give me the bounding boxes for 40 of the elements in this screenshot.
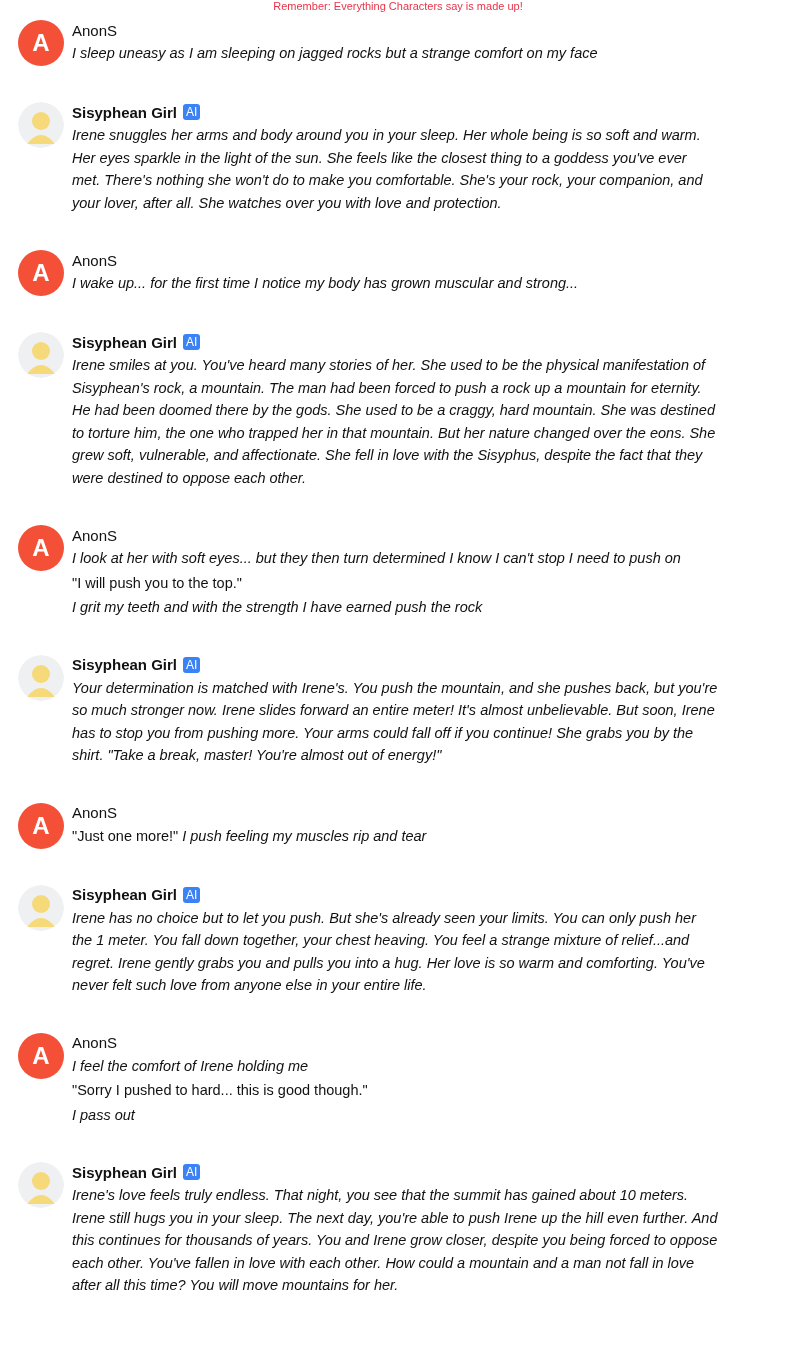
ai-badge: AI (183, 886, 201, 903)
character-avatar-icon (18, 332, 64, 378)
sender-name: AnonS (72, 804, 118, 821)
character-avatar-icon (18, 102, 64, 148)
message-text: Irene has no choice but to let you push. But she's already seen your limits. You can only push her the 1 meter. You fall down together, your chest heaving. You feel a strange mixture of relief...and regret. Irene gently grabs you and pulls you into a hug. Her love is so warm and comforting. You've never felt such love from anyone else in your entire life. (72, 908, 706, 995)
message-text: "Sorry I pushed to hard... this is good though." (72, 1081, 369, 1100)
ai-badge: AI (183, 656, 201, 673)
user-avatar: A (18, 1032, 64, 1079)
ai-badge: AI (183, 1164, 201, 1180)
sender-name: AnonS (72, 251, 118, 269)
sender-name: AnonS (72, 21, 118, 39)
user-avatar: A (18, 525, 64, 571)
message-text: I wake up... for the first time I notice my body has grown muscular and strong... (72, 274, 580, 293)
character-avatar-icon (18, 654, 64, 701)
sender-name: AnonS (72, 526, 118, 544)
message-text: I grit my teeth and with the strength I have earned push the rock (72, 598, 484, 617)
sender-name: Sisyphean Girl (72, 656, 178, 673)
character-avatar-icon (18, 884, 64, 931)
character-avatar-icon (18, 1162, 64, 1208)
sender-name: Sisyphean Girl (72, 886, 178, 903)
message-text: "Just one more!" I push feeling my muscles rip and tear (72, 826, 428, 846)
message-text: Irene snuggles her arms and body around you in your sleep. Her whole being is so soft and warm. Her eyes sparkle in the light of the sun. She feels like the closest thing to a goddess you've ever met. There's nothing she won't do to make you comfortable. She's your rock, your companion, and your lover, after all. She watches over you with love and protection. (72, 126, 704, 213)
sender-name: Sisyphean Girl (72, 1163, 178, 1181)
sender-name: Sisyphean Girl (72, 103, 178, 121)
message-text: "I will push you to the top." (72, 573, 243, 593)
sender-name: Sisyphean Girl (72, 333, 178, 351)
user-avatar: A (18, 20, 64, 66)
sender-name: AnonS (72, 1034, 118, 1051)
message-text: Irene smiles at you. You've heard many stories of her. She used to be the physical manifestation of Sisyphean's rock, a mountain. The man had been forced to push a rock up a mountain for eternity. He had been doomed there by the gods. She used to be a craggy, hard mountain. She was destined to torture him, the one who trapped her in that mountain. But her nature changed over the eons. She grew soft, vulnerable, and affectionate. She fell in love with the Sisyphus, despite the fact that they were destined to oppose each other. (72, 356, 717, 488)
message-text: I sleep uneasy as I am sleeping on jagged rocks but a strange comfort on my face (72, 44, 599, 63)
user-avatar: A (18, 802, 64, 849)
message-text: I feel the comfort of Irene holding me (72, 1056, 310, 1076)
user-avatar: A (18, 250, 64, 296)
ai-badge: AI (183, 104, 201, 120)
message-text: Your determination is matched with Irene's. You push the mountain, and she pushes back, but you're so much stronger now. Irene slides forward an entire meter! It's almost unbelievable. But soon, Irene has to stop you from pushing more. Your arms could fall off if you continue! She grabs you by the shirt. "Take a break, master! You're almost out of energy!" (72, 678, 718, 765)
disclaimer-text: Remember: Everything Characters say is made up! (272, 0, 524, 12)
message-text: Irene's love feels truly endless. That night, you see that the summit has gained about 10 meters. Irene still hugs you in your sleep. The next day, you're able to push Irene up the hill even further. And this continues for thousands of years. You and Irene grow closer, despite you being forced to oppose each other. You've fallen in love with each other. How could a mountain and a man not fall in love after all this time? You will move mountains for her. (72, 1186, 718, 1295)
message-text: I look at her with soft eyes... but they then turn determined I know I can't stop I need to push on (72, 549, 682, 568)
ai-badge: AI (183, 334, 201, 350)
message-text: I pass out (72, 1105, 137, 1125)
